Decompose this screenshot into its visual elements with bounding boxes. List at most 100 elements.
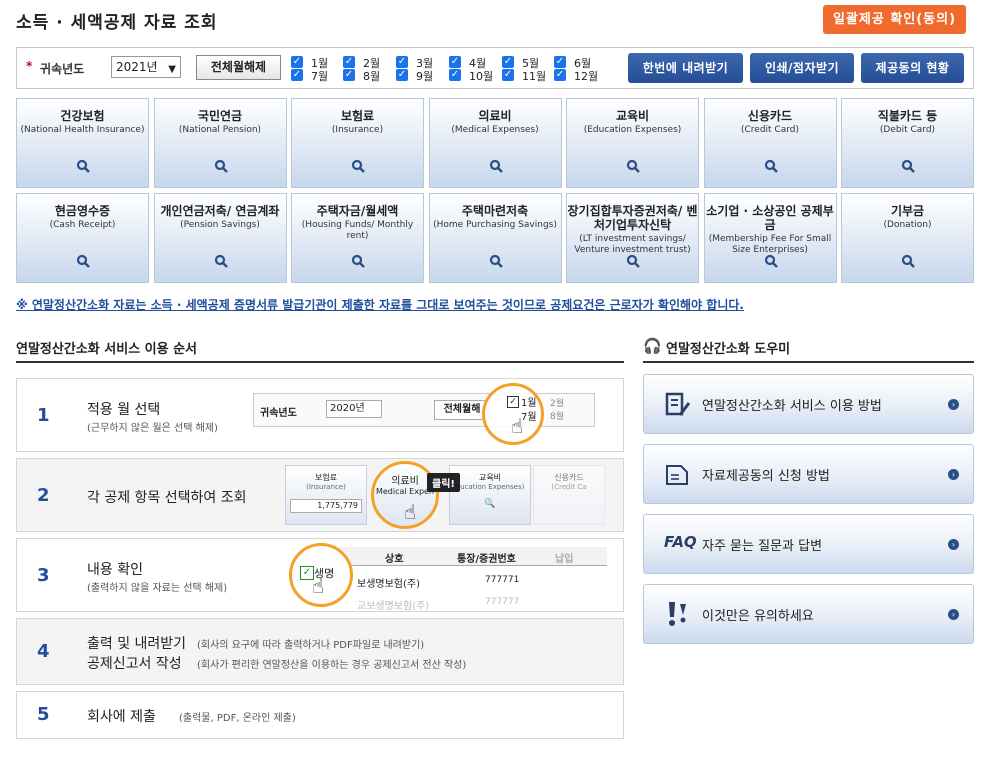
- page-title: 소득 · 세액공제 자료 조회: [16, 13, 218, 33]
- category-card[interactable]: 건강보험 (National Health Insurance): [16, 98, 149, 188]
- month-checkbox[interactable]: ✓: [449, 69, 461, 81]
- consent-button[interactable]: 일괄제공 확인(동의): [823, 5, 966, 34]
- step-title: 각 공제 항목 선택하여 조회: [87, 490, 247, 506]
- search-icon: [351, 254, 365, 268]
- category-subtitle: (Donation): [883, 220, 932, 230]
- search-icon: [489, 159, 503, 173]
- ill-year-select: 2020년: [326, 400, 382, 418]
- step-number: 5: [37, 704, 50, 725]
- category-card[interactable]: 소기업 · 소상공인 공제부금 (Membership Fee For Small…: [703, 193, 837, 283]
- category-title: 직불카드 등: [877, 109, 938, 123]
- month-checkbox[interactable]: ✓: [554, 69, 566, 81]
- month-checkbox[interactable]: ✓: [291, 56, 303, 68]
- month-checkbox[interactable]: ✓: [554, 56, 566, 68]
- ill-month: 8월: [550, 412, 565, 422]
- month-checkbox[interactable]: ✓: [396, 69, 408, 81]
- ill-month: 2월: [550, 399, 565, 409]
- category-card[interactable]: 신용카드 (Credit Card): [703, 98, 837, 188]
- click-tooltip: 클릭!: [427, 473, 460, 492]
- document-icon: [666, 465, 688, 485]
- headset-icon: 🎧: [643, 337, 662, 355]
- ill-category-credit: 신용카드 (Credit Ca: [533, 465, 605, 525]
- step-title: 회사에 제출: [87, 709, 156, 725]
- step-subtitle: (출력물, PDF, 온라인 제출): [179, 713, 296, 724]
- step-number: 3: [37, 565, 50, 586]
- category-title: 주택마련저축: [461, 204, 529, 218]
- ill-month: 1월: [521, 398, 537, 409]
- section-divider: [16, 361, 624, 363]
- category-subtitle: (Education Expenses): [583, 125, 682, 135]
- month-label: 9월: [416, 70, 434, 83]
- category-card[interactable]: 국민연금 (National Pension): [153, 98, 287, 188]
- year-label: 귀속년도: [40, 62, 85, 76]
- step-title-2: 공제신고서 작성: [87, 656, 182, 672]
- category-card[interactable]: 현금영수증 (Cash Receipt): [16, 193, 149, 283]
- category-subtitle: (National Pension): [178, 125, 262, 135]
- step-title: 내용 확인: [87, 562, 143, 578]
- step-subtitle-2: (회사가 편리한 연말정산을 이용하는 경우 공제신고서 전산 작성): [197, 660, 467, 671]
- ill-cell: 보생명보험(주): [357, 579, 421, 590]
- step-title: 적용 월 선택: [87, 402, 161, 418]
- hand-cursor-icon: ☝: [312, 574, 325, 598]
- ill-month: 7월: [521, 412, 537, 423]
- ill-checkbox: ✓: [507, 396, 519, 408]
- category-card[interactable]: 주택자금/월세액 (Housing Funds/ Monthly rent): [291, 193, 424, 283]
- month-checkbox[interactable]: ✓: [343, 69, 355, 81]
- ill-col-header: 납입: [555, 554, 574, 565]
- category-title: 소기업 · 소상공인 공제부금: [706, 204, 834, 232]
- category-subtitle: (Housing Funds/ Monthly rent): [301, 220, 414, 241]
- category-card[interactable]: 직불카드 등 (Debit Card): [841, 98, 974, 188]
- category-subtitle: (Pension Savings): [180, 220, 260, 230]
- category-card[interactable]: 개인연금저축/ 연금계좌 (Pension Savings): [153, 193, 287, 283]
- help-consent-request-button[interactable]: 자료제공동의 신청 방법 ›: [643, 444, 974, 504]
- step-subtitle: (회사의 요구에 따라 출력하거나 PDF파일로 내려받기): [197, 640, 425, 651]
- consent-status-button[interactable]: 제공동의 현황: [861, 53, 964, 83]
- year-select-value: 2021년: [116, 60, 158, 74]
- month-label: 11월: [522, 70, 547, 83]
- search-icon: [626, 254, 640, 268]
- month-checkbox[interactable]: ✓: [291, 69, 303, 81]
- category-card[interactable]: 장기집합투자증권저축/ 벤처기업투자신탁 (LT investment savin…: [566, 193, 699, 283]
- step-number: 1: [37, 405, 50, 426]
- category-subtitle: (LT investment savings/ Venture investme…: [574, 234, 691, 255]
- chevron-right-icon: ›: [948, 399, 959, 410]
- step-number: 4: [37, 641, 50, 662]
- category-title: 현금영수증: [54, 204, 111, 218]
- help-item-label: 연말정산간소화 서비스 이용 방법: [702, 399, 882, 414]
- help-item-label: 자주 묻는 질문과 답변: [702, 539, 823, 554]
- chevron-right-icon: ›: [948, 539, 959, 550]
- category-card[interactable]: 교육비 (Education Expenses): [566, 98, 699, 188]
- search-icon: [764, 254, 778, 268]
- help-usage-guide-button[interactable]: 연말정산간소화 서비스 이용 방법 ›: [643, 374, 974, 434]
- month-checkbox[interactable]: ✓: [449, 56, 461, 68]
- month-checkbox[interactable]: ✓: [502, 56, 514, 68]
- month-checkbox[interactable]: ✓: [396, 56, 408, 68]
- step-5: 5 회사에 제출 (출력물, PDF, 온라인 제출): [16, 691, 624, 739]
- help-faq-button[interactable]: FAQ 자주 묻는 질문과 답변 ›: [643, 514, 974, 574]
- year-select[interactable]: 2021년 ▼: [111, 56, 181, 78]
- step-4: 4 출력 및 내려받기 공제신고서 작성 (회사의 요구에 따라 출력하거나 P…: [16, 618, 624, 685]
- hand-cursor-icon: ☝: [404, 500, 417, 524]
- month-checkbox[interactable]: ✓: [502, 69, 514, 81]
- print-braille-button[interactable]: 인쇄/점자받기: [750, 53, 854, 83]
- category-subtitle: (Credit Card): [740, 125, 799, 135]
- step-1: 1 적용 월 선택 (근무하지 않은 월은 선택 해제) 귀속년도 2020년 …: [16, 378, 624, 452]
- deselect-all-months-button[interactable]: 전체월해제: [196, 55, 281, 80]
- month-checkbox[interactable]: ✓: [343, 56, 355, 68]
- help-caution-button[interactable]: 이것만은 유의하세요 ›: [643, 584, 974, 644]
- service-order-title: 연말정산간소화 서비스 이용 순서: [16, 342, 198, 357]
- category-subtitle: (National Health Insurance): [20, 125, 145, 135]
- ill-cat-value: 1,775,779: [290, 499, 362, 513]
- month-label: 12월: [574, 70, 599, 83]
- ill-cell: 777771: [485, 575, 520, 585]
- search-icon: [764, 159, 778, 173]
- search-icon: 🔍: [484, 499, 496, 509]
- category-card[interactable]: 보험료 (Insurance): [291, 98, 424, 188]
- category-subtitle: (Insurance): [331, 125, 384, 135]
- download-all-button[interactable]: 한번에 내려받기: [628, 53, 743, 83]
- ill-cat-ko: 보험료: [314, 473, 338, 482]
- category-card[interactable]: 의료비 (Medical Expenses): [428, 98, 562, 188]
- category-card[interactable]: 기부금 (Donation): [841, 193, 974, 283]
- ill-cat-en: (Insurance): [306, 483, 346, 491]
- category-card[interactable]: 주택마련저축 (Home Purchasing Savings): [428, 193, 562, 283]
